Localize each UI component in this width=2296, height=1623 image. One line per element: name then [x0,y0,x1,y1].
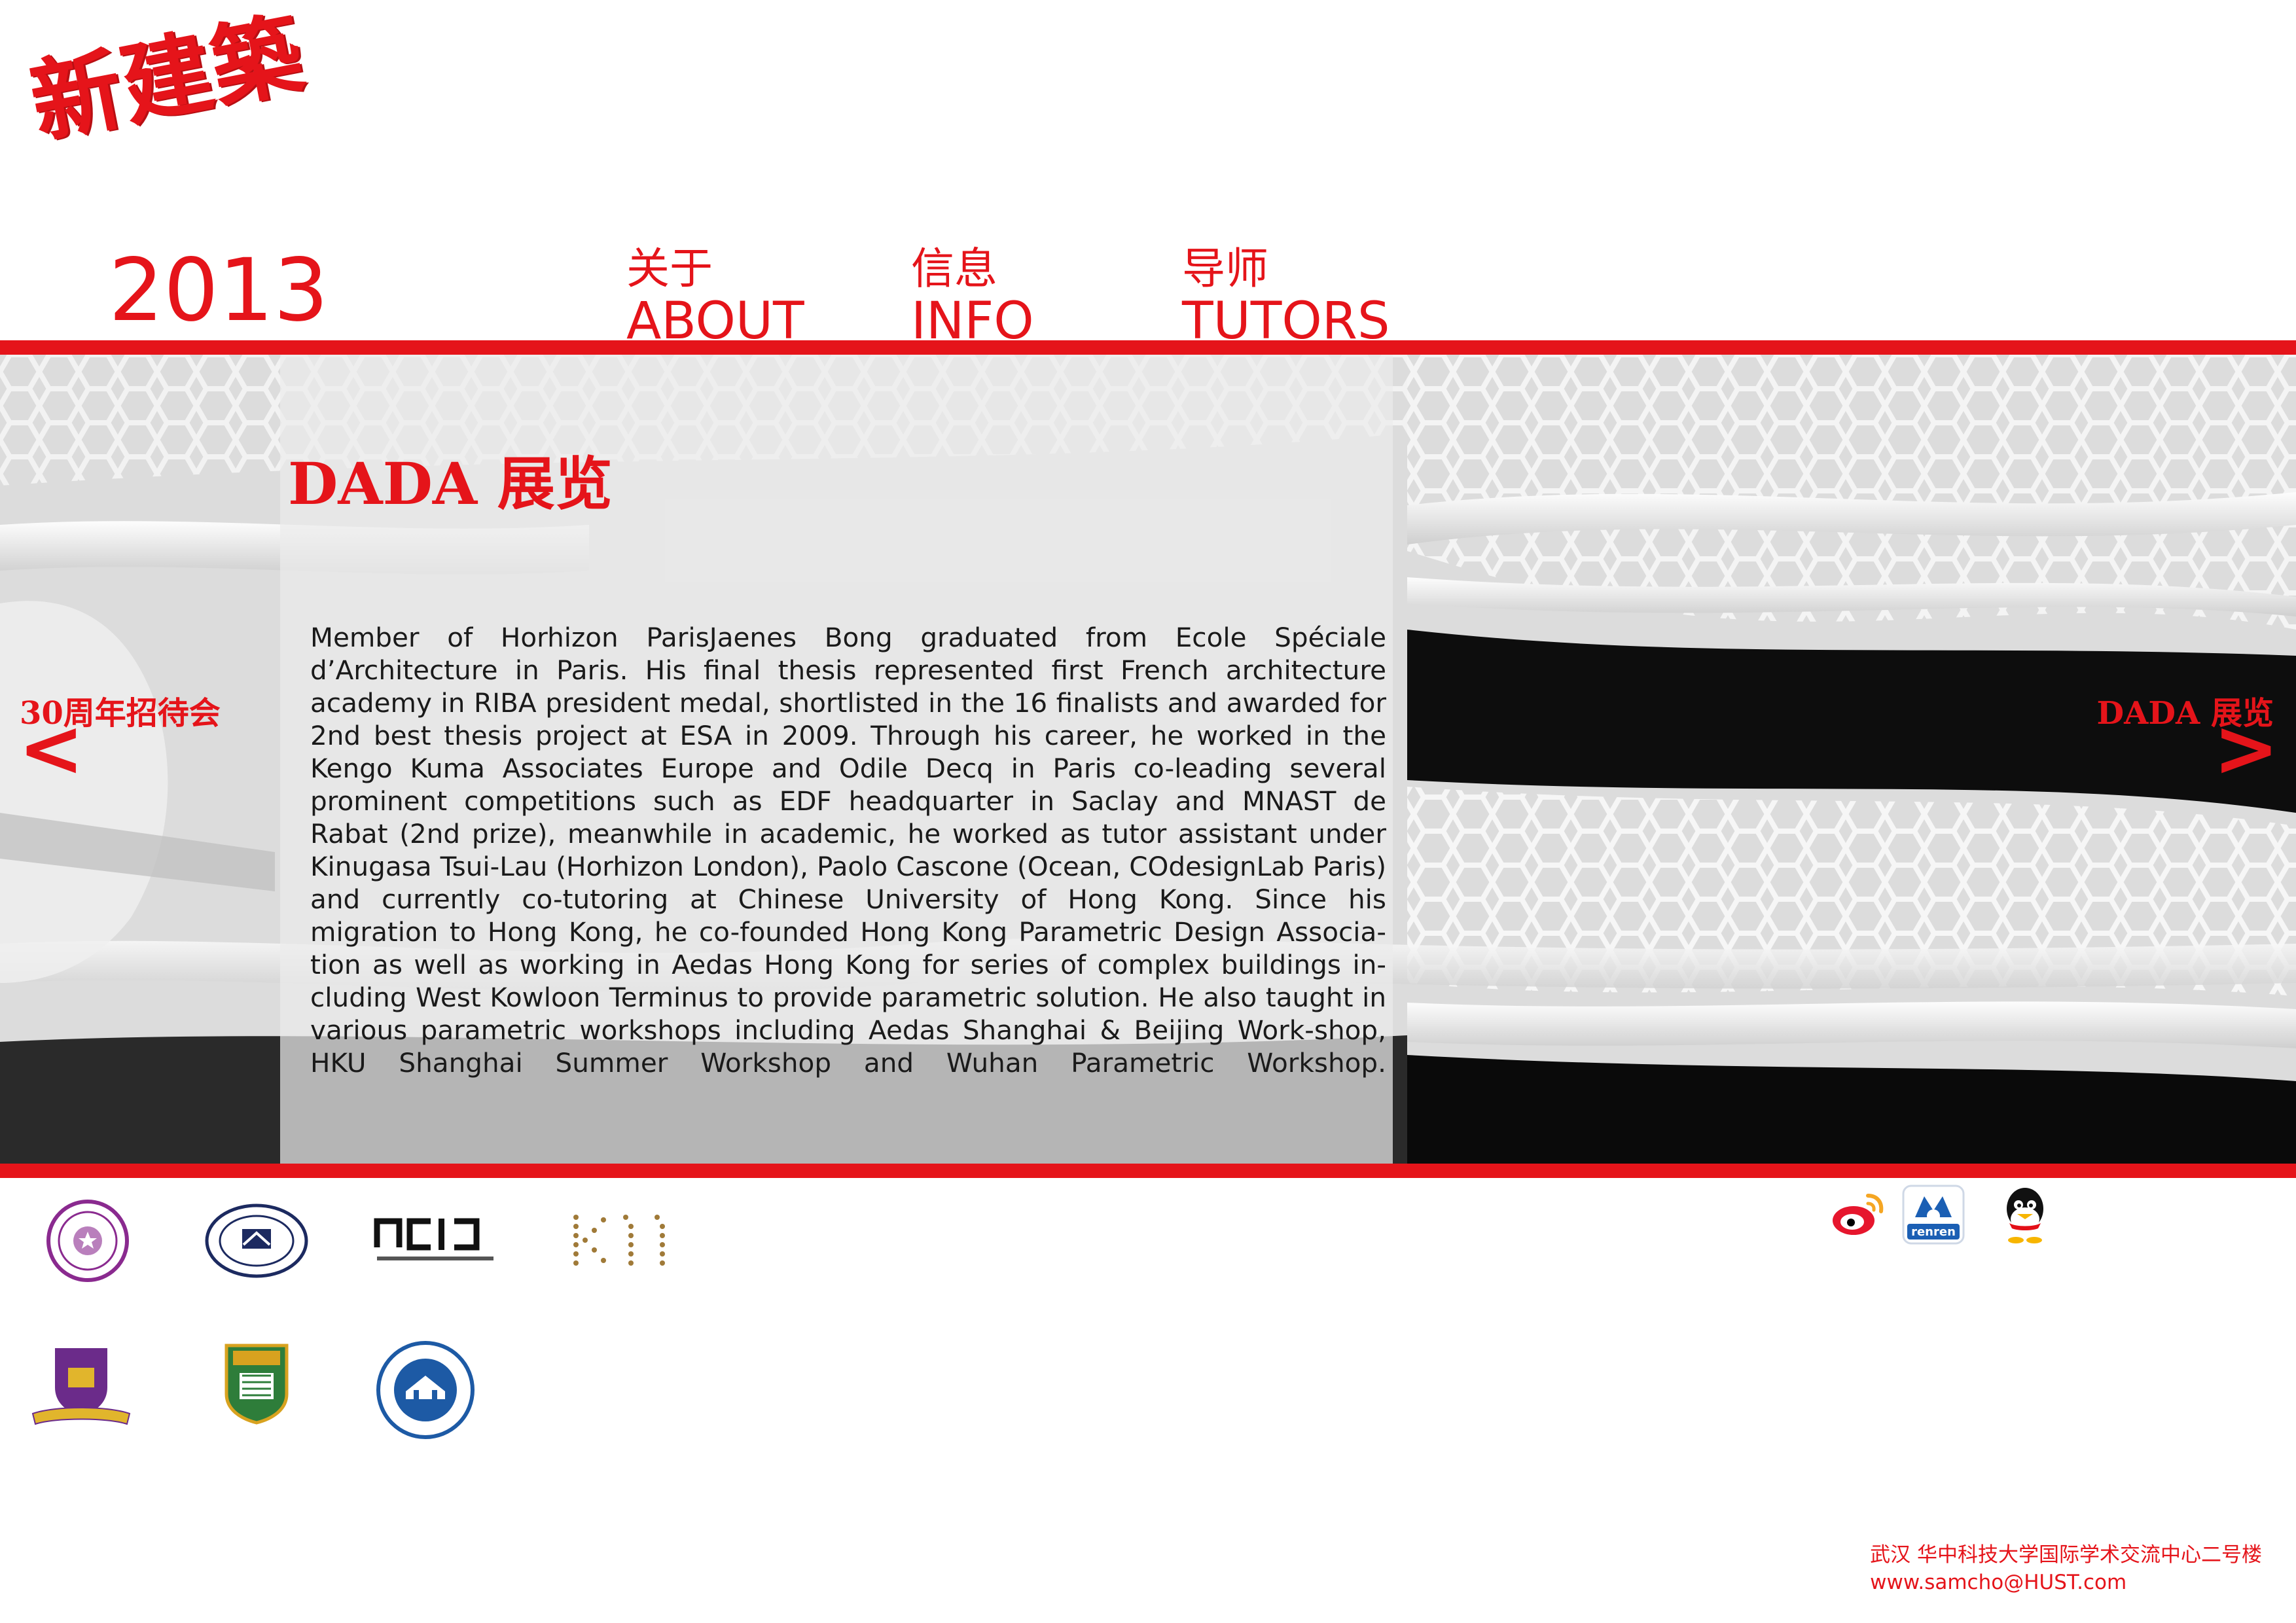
bottom-divider [0,1164,2296,1178]
k11-logo[interactable] [568,1211,673,1270]
renren-label: renren [1911,1225,1956,1239]
tutor-bio: Member of Horhizon ParisJaenes Bong grad… [310,622,1386,1079]
renren-icon[interactable]: renren [1902,1183,1965,1246]
ncid-logo[interactable] [373,1215,497,1268]
year-label: 2013 [109,240,329,341]
hust-logo[interactable] [204,1203,309,1279]
tsinghua-university-logo[interactable] [46,1199,130,1283]
nav-info-zh: 信息 [911,243,997,294]
nav-tutors[interactable]: 导师 TUTORS [1182,243,1390,351]
hku-logo[interactable] [223,1342,291,1427]
nav-tutors-zh: 导师 [1182,243,1268,294]
panel-title: DADA 展览 [288,450,613,518]
nav-about-zh: 关于 [626,243,713,294]
chevron-right-icon[interactable]: > [2213,710,2279,789]
cuhk-logo[interactable] [29,1342,134,1427]
chevron-left-icon[interactable]: < [18,710,84,789]
nav-about[interactable]: 关于 ABOUT [626,243,804,351]
top-divider [0,340,2296,355]
brand-logo[interactable]: 新建築 [22,0,357,221]
nav-info-en: INFO [911,292,1034,351]
weibo-icon[interactable] [1826,1183,1889,1246]
qq-icon[interactable] [1994,1183,2056,1246]
footer-address: 武汉 华中科技大学国际学术交流中心二号楼 [1870,1543,2262,1567]
nav-tutors-en: TUTORS [1182,292,1390,351]
footer-contact: 武汉 华中科技大学国际学术交流中心二号楼 www.samcho@HUST.com [1870,1541,2262,1596]
footer-email[interactable]: www.samcho@HUST.com [1870,1569,2262,1596]
nav-info[interactable]: 信息 INFO [911,243,1034,351]
nav-about-en: ABOUT [626,292,804,351]
scut-logo[interactable] [374,1339,476,1441]
